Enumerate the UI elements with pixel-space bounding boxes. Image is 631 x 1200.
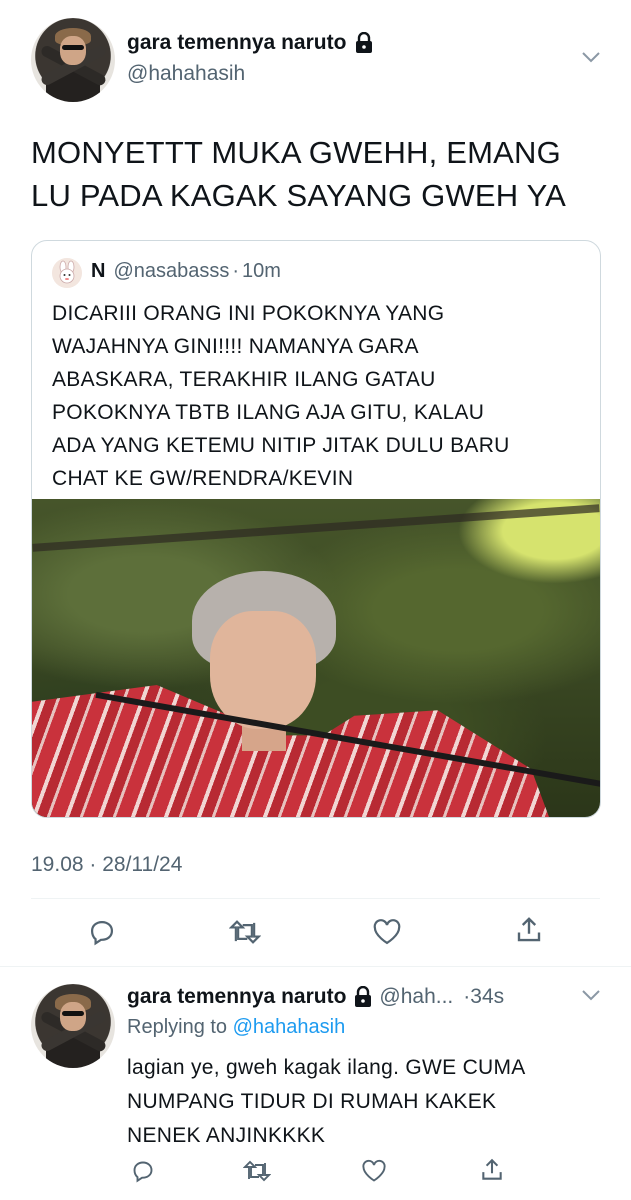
lock-icon (353, 986, 373, 1008)
reply-text: lagian ye, gweh kagak ilang. GWE CUMA NU… (127, 1051, 617, 1153)
reply-icon[interactable] (88, 918, 116, 946)
quoted-text: DICARIII ORANG INI POKOKNYA YANG WAJAHNY… (52, 297, 592, 495)
reply-author-avatar[interactable] (31, 984, 115, 1068)
quoted-author-name: N (91, 260, 106, 282)
divider (31, 898, 600, 899)
quoted-text-line: CHAT KE GW/RENDRA/KEVIN (52, 467, 354, 490)
quoted-tweet[interactable]: N @nasabasss · 10m DICARIII ORANG INI PO… (31, 240, 601, 818)
quoted-text-line: POKOKNYA TBTB ILANG AJA GITU, KALAU (52, 401, 485, 424)
author-avatar[interactable] (31, 18, 115, 102)
chevron-down-icon[interactable] (580, 50, 602, 69)
reply-time[interactable]: ·34s (463, 985, 504, 1009)
reply-author-handle[interactable]: @hah... (379, 985, 453, 1009)
retweet-icon[interactable] (243, 1159, 271, 1183)
reply-text-line: lagian ye, gweh kagak ilang. GWE CUMA (127, 1056, 526, 1079)
reply-text-line: NUMPANG TIDUR DI RUMAH KAKEK (127, 1090, 497, 1113)
author-name[interactable]: gara temennya naruto (127, 31, 346, 55)
quoted-author-handle: @nasabasss (113, 260, 230, 282)
tweet-text: MONYETTT MUKA GWEHH, EMANG LU PADA KAGAK… (31, 131, 611, 217)
tweet-text-line: LU PADA KAGAK SAYANG GWEH YA (31, 178, 567, 213)
lock-icon (354, 32, 374, 54)
quoted-time: 10m (242, 260, 281, 282)
quoted-text-line: DICARIII ORANG INI POKOKNYA YANG (52, 302, 445, 325)
tweet-timestamp[interactable]: 19.08 · 28/11/24 (31, 853, 182, 877)
reply-text-line: NENEK ANJINKKKK (127, 1124, 326, 1147)
author-handle[interactable]: @hahahasih (127, 62, 245, 86)
replying-to-link[interactable]: @hahahasih (233, 1016, 346, 1038)
retweet-icon[interactable] (229, 918, 261, 946)
like-icon[interactable] (372, 918, 402, 946)
share-icon[interactable] (479, 1157, 505, 1183)
replying-to-label: Replying to (127, 1016, 228, 1038)
share-icon[interactable] (514, 915, 544, 945)
quoted-text-line: ABASKARA, TERAKHIR ILANG GATAU (52, 368, 436, 391)
chevron-down-icon[interactable] (580, 988, 602, 1007)
replying-to: Replying to @hahahasih (127, 1016, 345, 1039)
separator: · (232, 260, 240, 282)
like-icon[interactable] (361, 1159, 387, 1183)
quoted-media-image[interactable] (32, 499, 600, 817)
quoted-text-line: WAJAHNYA GINI!!!! NAMANYA GARA (52, 335, 419, 358)
divider (0, 966, 631, 967)
tweet-text-line: MONYETTT MUKA GWEHH, EMANG (31, 135, 561, 170)
quoted-text-line: ADA YANG KETEMU NITIP JITAK DULU BARU (52, 434, 510, 457)
reply-icon[interactable] (131, 1159, 155, 1183)
quoted-author-avatar (52, 258, 82, 288)
reply-author-name[interactable]: gara temennya naruto (127, 985, 346, 1009)
